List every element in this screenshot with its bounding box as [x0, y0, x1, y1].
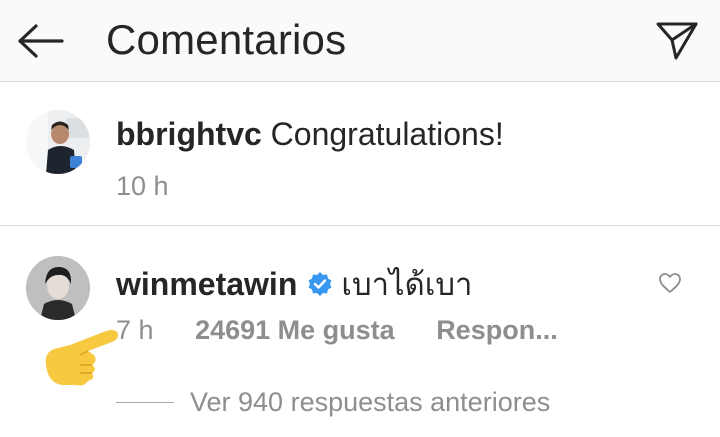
divider-line [116, 402, 174, 403]
page-title: Comentarios [106, 16, 347, 63]
comment-username[interactable]: winmetawin [116, 266, 297, 303]
reply-button[interactable]: Respon... [436, 315, 558, 346]
comment-text: เบาได้เบา [341, 267, 473, 303]
share-button[interactable] [654, 18, 700, 62]
comment-meta: 7 h 24691 Me gusta Respon... [116, 315, 558, 346]
verified-badge-icon [308, 272, 332, 296]
comment-timestamp: 7 h [116, 315, 154, 345]
paper-plane-icon [656, 22, 698, 60]
top-bar: Comentarios [0, 0, 720, 82]
like-button[interactable] [658, 271, 682, 295]
view-replies-label: Ver 940 respuestas anteriores [190, 387, 551, 417]
caption-row: bbrightvc Congratulations! 10 h [0, 83, 720, 226]
avatar[interactable] [26, 110, 90, 174]
comment-text-line: winmetawin เบาได้เบา [116, 259, 472, 309]
view-previous-replies[interactable]: Ver 940 respuestas anteriores [116, 387, 550, 418]
caption-text-line: bbrightvc Congratulations! [116, 116, 504, 153]
avatar[interactable] [26, 256, 90, 320]
back-button[interactable] [14, 20, 68, 62]
avatar-photo [26, 110, 90, 174]
comment-row: winmetawin เบาได้เบา 7 h 24691 Me gusta … [0, 227, 720, 437]
caption-text: Congratulations! [270, 116, 504, 152]
arrow-left-icon [18, 24, 64, 58]
heart-icon [659, 273, 681, 293]
avatar-photo [26, 256, 90, 320]
likes-count[interactable]: 24691 Me gusta [195, 315, 395, 346]
caption-timestamp: 10 h [116, 171, 169, 201]
caption-username[interactable]: bbrightvc [116, 116, 262, 152]
pointing-hand-emoji [45, 330, 119, 386]
